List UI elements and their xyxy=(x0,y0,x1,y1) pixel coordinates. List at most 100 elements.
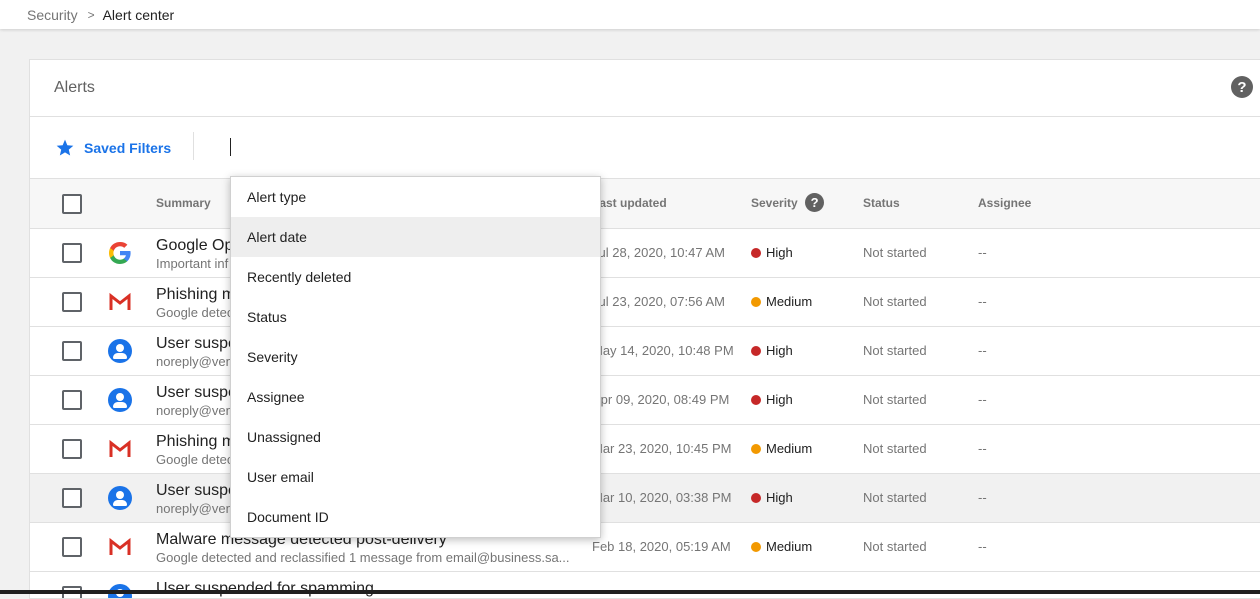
menu-item-unassigned[interactable]: Unassigned xyxy=(231,417,600,457)
select-all-checkbox[interactable] xyxy=(62,194,82,214)
alert-status: Not started xyxy=(863,245,927,260)
severity-dot-icon xyxy=(751,492,761,503)
severity-label: Medium xyxy=(766,441,813,456)
alert-title[interactable]: User suspe xyxy=(156,335,237,353)
alerts-header: Alerts ? xyxy=(30,60,1260,117)
severity-dot-icon xyxy=(751,296,761,307)
google-icon xyxy=(108,241,132,265)
table-row[interactable]: User suspe noreply@ven Apr 09, 2020, 08:… xyxy=(30,376,1260,425)
column-header-summary[interactable]: Summary xyxy=(156,196,211,210)
alert-status: Not started xyxy=(863,539,927,554)
alert-title[interactable]: Phishing m xyxy=(156,286,235,304)
alert-date: Feb 18, 2020, 05:19 AM xyxy=(592,539,731,554)
text-caret xyxy=(230,138,231,156)
column-header-assignee[interactable]: Assignee xyxy=(978,196,1031,210)
severity-label: High xyxy=(766,245,793,260)
alert-title[interactable]: User suspe xyxy=(156,482,237,500)
table-row[interactable]: Phishing m Google detec Mar 23, 2020, 10… xyxy=(30,425,1260,474)
severity-badge: High xyxy=(751,392,793,407)
menu-item-alert-date[interactable]: Alert date xyxy=(231,217,600,257)
severity-label: High xyxy=(766,490,793,505)
severity-badge: High xyxy=(751,343,793,358)
page-title: Alerts xyxy=(54,79,95,96)
alert-assignee: -- xyxy=(978,441,987,456)
row-checkbox[interactable] xyxy=(62,488,82,508)
alert-title[interactable]: User suspe xyxy=(156,384,237,402)
alert-subtitle: noreply@ven xyxy=(156,501,233,516)
column-header-severity-label: Severity xyxy=(751,196,798,211)
alert-status: Not started xyxy=(863,392,927,407)
table-row[interactable]: Malware message detected post-delivery G… xyxy=(30,523,1260,572)
severity-label: Medium xyxy=(766,294,813,309)
saved-filters-button[interactable]: Saved Filters xyxy=(55,138,171,158)
row-checkbox[interactable] xyxy=(62,390,82,410)
menu-item-user-email[interactable]: User email xyxy=(231,457,600,497)
help-icon[interactable]: ? xyxy=(1231,76,1253,98)
column-header-last-updated[interactable]: Last updated xyxy=(592,196,667,210)
table-row[interactable]: User suspended for spamming xyxy=(30,572,1260,598)
alert-assignee: -- xyxy=(978,539,987,554)
severity-dot-icon xyxy=(751,345,761,356)
column-header-status[interactable]: Status xyxy=(863,196,900,210)
alert-status: Not started xyxy=(863,441,927,456)
user-icon xyxy=(108,339,132,363)
alert-date: Apr 09, 2020, 08:49 PM xyxy=(592,392,730,407)
alert-status: Not started xyxy=(863,343,927,358)
alert-date: Mar 23, 2020, 10:45 PM xyxy=(592,441,732,456)
row-checkbox[interactable] xyxy=(62,341,82,361)
menu-item-status[interactable]: Status xyxy=(231,297,600,337)
chevron-right-icon: > xyxy=(87,7,95,22)
menu-item-assignee[interactable]: Assignee xyxy=(231,377,600,417)
severity-help-icon[interactable]: ? xyxy=(805,193,825,212)
user-icon xyxy=(108,388,132,412)
filter-input[interactable] xyxy=(229,135,829,159)
alert-status: Not started xyxy=(863,490,927,505)
alert-subtitle: Google detec xyxy=(156,452,234,467)
menu-item-severity[interactable]: Severity xyxy=(231,337,600,377)
alerts-card: Alerts ? Saved Filters Summary Last upda… xyxy=(29,59,1260,599)
alert-subtitle: Google detec xyxy=(156,305,234,320)
severity-label: High xyxy=(766,392,793,407)
breadcrumb-current: Alert center xyxy=(102,6,175,23)
severity-label: Medium xyxy=(766,539,813,554)
filter-divider xyxy=(193,132,194,160)
row-checkbox[interactable] xyxy=(62,537,82,557)
menu-item-document-id[interactable]: Document ID xyxy=(231,497,600,537)
severity-badge: Medium xyxy=(751,539,812,554)
table-header: Summary Last updated Severity ? Status A… xyxy=(30,179,1260,229)
table-row[interactable]: User suspe noreply@ven Mar 10, 2020, 03:… xyxy=(30,474,1260,523)
star-icon xyxy=(56,139,74,155)
row-checkbox[interactable] xyxy=(62,243,82,263)
severity-badge: High xyxy=(751,245,793,260)
menu-item-recently-deleted[interactable]: Recently deleted xyxy=(231,257,600,297)
filter-dropdown-menu: Alert type Alert date Recently deleted S… xyxy=(230,176,601,538)
alert-title[interactable]: User suspended for spamming xyxy=(156,580,374,598)
column-header-severity[interactable]: Severity ? xyxy=(751,193,825,212)
table-row[interactable]: Phishing m Google detec Jul 23, 2020, 07… xyxy=(30,278,1260,327)
row-checkbox[interactable] xyxy=(62,439,82,459)
alert-assignee: -- xyxy=(978,490,987,505)
severity-badge: Medium xyxy=(751,294,812,309)
alert-title[interactable]: Google Op xyxy=(156,237,233,255)
alert-subtitle: noreply@ven xyxy=(156,403,233,418)
alert-assignee: -- xyxy=(978,294,987,309)
alert-title[interactable]: Phishing m xyxy=(156,433,235,451)
severity-dot-icon xyxy=(751,247,761,258)
user-icon xyxy=(108,486,132,510)
alert-assignee: -- xyxy=(978,392,987,407)
alert-subtitle: noreply@ven xyxy=(156,354,233,369)
alert-date: Jul 28, 2020, 10:47 AM xyxy=(592,245,725,260)
alert-date: Jul 23, 2020, 07:56 AM xyxy=(592,294,725,309)
alert-date: May 14, 2020, 10:48 PM xyxy=(592,343,734,358)
menu-item-alert-type[interactable]: Alert type xyxy=(231,177,600,217)
table-row[interactable]: User suspe noreply@ven May 14, 2020, 10:… xyxy=(30,327,1260,376)
gmail-icon xyxy=(108,535,132,559)
row-checkbox[interactable] xyxy=(62,292,82,312)
gmail-icon xyxy=(108,437,132,461)
breadcrumb-security-link[interactable]: Security xyxy=(27,7,78,23)
severity-badge: High xyxy=(751,490,793,505)
table-row[interactable]: Google Op Important inf Jul 28, 2020, 10… xyxy=(30,229,1260,278)
alert-subtitle: Important inf xyxy=(156,256,229,271)
alert-assignee: -- xyxy=(978,245,987,260)
taskbar-strip xyxy=(0,590,1260,594)
